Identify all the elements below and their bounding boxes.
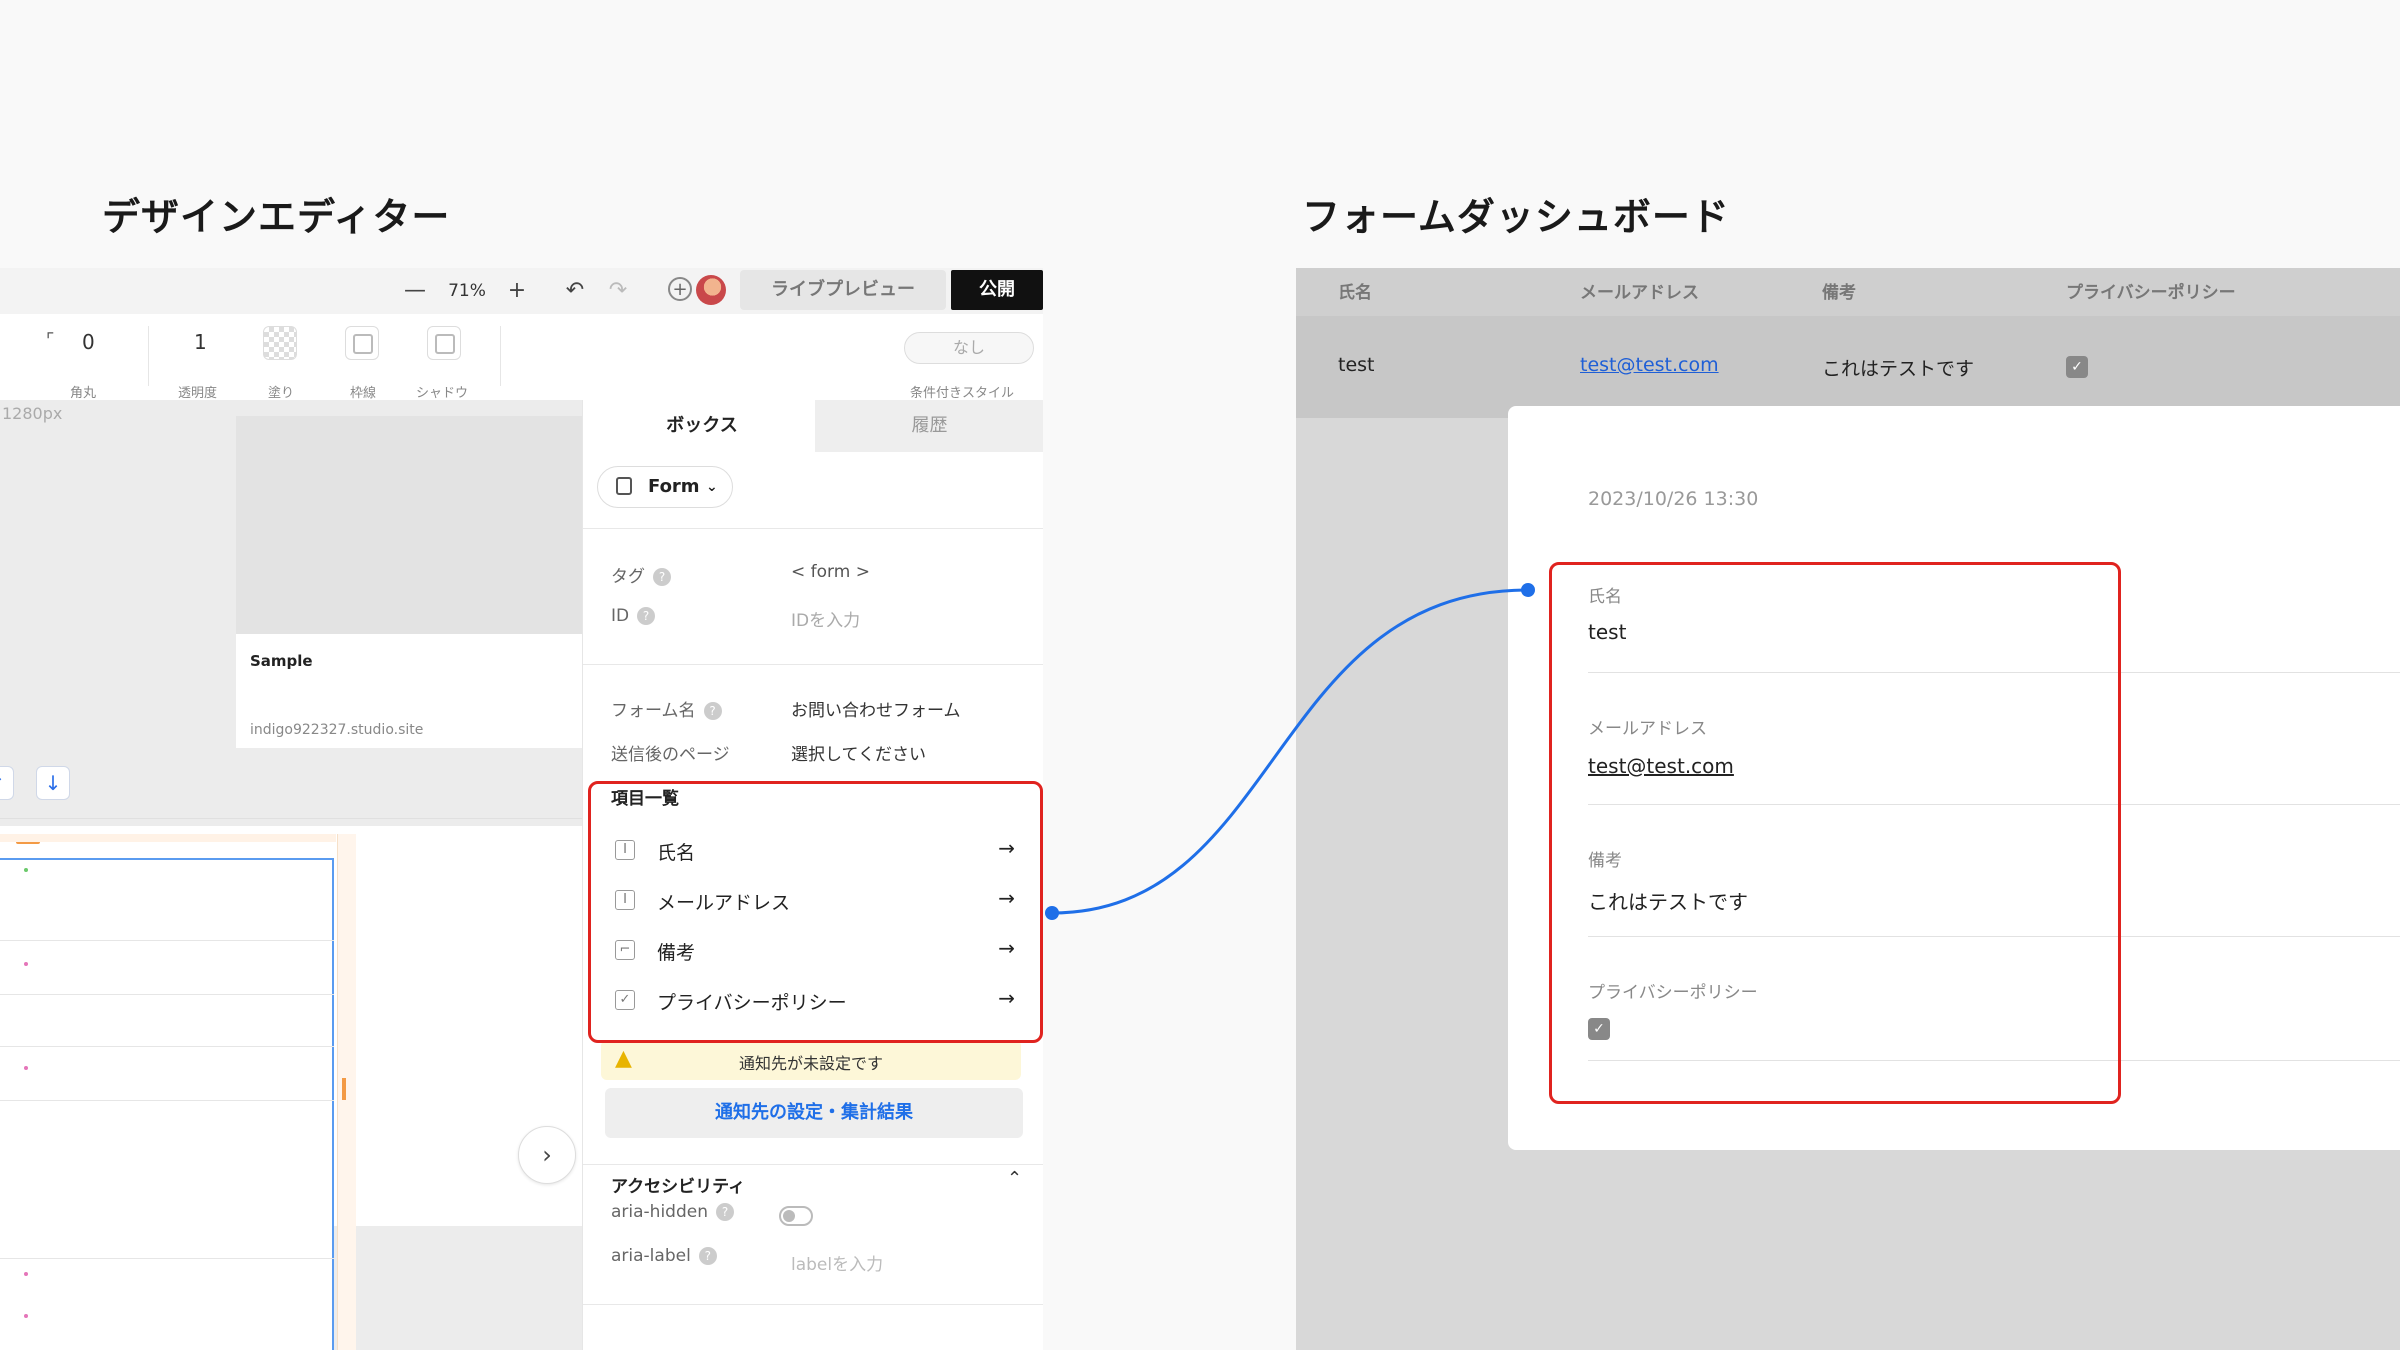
connector-line <box>1045 583 1535 920</box>
